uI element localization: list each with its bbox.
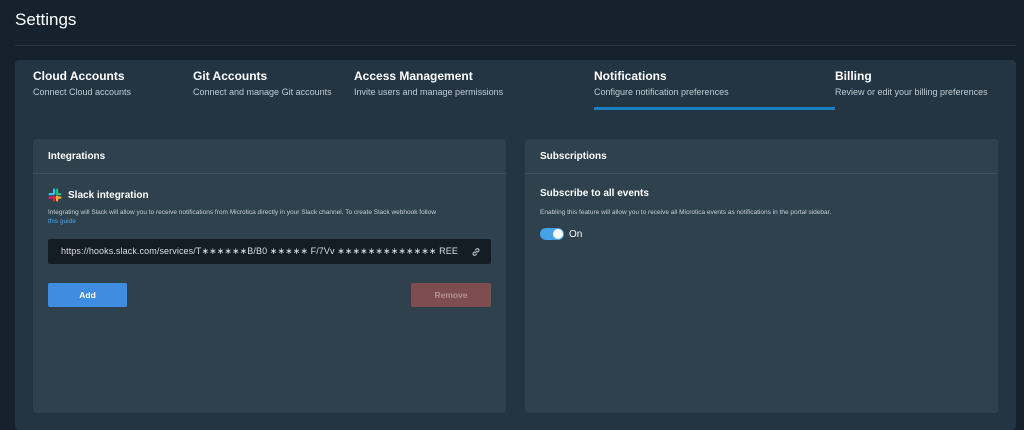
tab-access-management[interactable]: Access Management Invite users and manag… bbox=[354, 60, 524, 110]
tab-subtitle: Review or edit your billing preferences bbox=[835, 87, 988, 97]
settings-panel: Cloud Accounts Connect Cloud accounts Gi… bbox=[15, 60, 1016, 430]
title-divider bbox=[15, 45, 1016, 46]
slack-description-text: Integrating will Slack will allow you to… bbox=[48, 209, 436, 216]
slack-description: Integrating will Slack will allow you to… bbox=[48, 208, 488, 226]
webhook-url-field[interactable]: https://hooks.slack.com/services/T∗∗∗∗∗∗… bbox=[48, 239, 491, 264]
tab-subtitle: Invite users and manage permissions bbox=[354, 87, 504, 97]
slack-integration-heading: Slack integration bbox=[48, 188, 149, 202]
add-button[interactable]: Add bbox=[48, 283, 127, 307]
subscriptions-header: Subscriptions bbox=[525, 139, 998, 174]
subscribe-toggle[interactable] bbox=[540, 228, 564, 240]
tab-git-accounts[interactable]: Git Accounts Connect and manage Git acco… bbox=[193, 60, 343, 110]
tab-subtitle: Configure notification preferences bbox=[594, 87, 729, 97]
tab-subtitle: Connect and manage Git accounts bbox=[193, 87, 332, 97]
integrations-header: Integrations bbox=[33, 139, 506, 174]
tab-notifications[interactable]: Notifications Configure notification pre… bbox=[594, 60, 794, 110]
tab-title: Notifications bbox=[594, 69, 667, 83]
tab-subtitle: Connect Cloud accounts bbox=[33, 87, 132, 97]
active-tab-indicator bbox=[594, 107, 835, 110]
tab-title: Access Management bbox=[354, 69, 473, 83]
webhook-url-value: https://hooks.slack.com/services/T∗∗∗∗∗∗… bbox=[61, 246, 458, 256]
tab-title: Cloud Accounts bbox=[33, 69, 125, 83]
slack-logo-icon bbox=[48, 188, 62, 202]
subscribe-description: Enabling this feature will allow you to … bbox=[540, 209, 832, 216]
toggle-knob bbox=[553, 229, 563, 239]
subscribe-toggle-row: On bbox=[540, 228, 582, 240]
guide-link[interactable]: this guide bbox=[48, 218, 76, 225]
subscriptions-card: Subscriptions Subscribe to all events En… bbox=[525, 139, 998, 413]
page-title: Settings bbox=[15, 10, 77, 29]
tab-title: Billing bbox=[835, 69, 872, 83]
tab-billing[interactable]: Billing Review or edit your billing pref… bbox=[835, 60, 1015, 110]
tab-cloud-accounts[interactable]: Cloud Accounts Connect Cloud accounts bbox=[33, 60, 183, 110]
remove-button[interactable]: Remove bbox=[411, 283, 491, 307]
integrations-card: Integrations Slack integration Integrati… bbox=[33, 139, 506, 413]
tab-title: Git Accounts bbox=[193, 69, 268, 83]
link-icon[interactable] bbox=[471, 247, 481, 257]
slack-integration-title: Slack integration bbox=[68, 189, 149, 201]
subscribe-all-title: Subscribe to all events bbox=[540, 188, 649, 199]
toggle-label: On bbox=[569, 228, 583, 240]
